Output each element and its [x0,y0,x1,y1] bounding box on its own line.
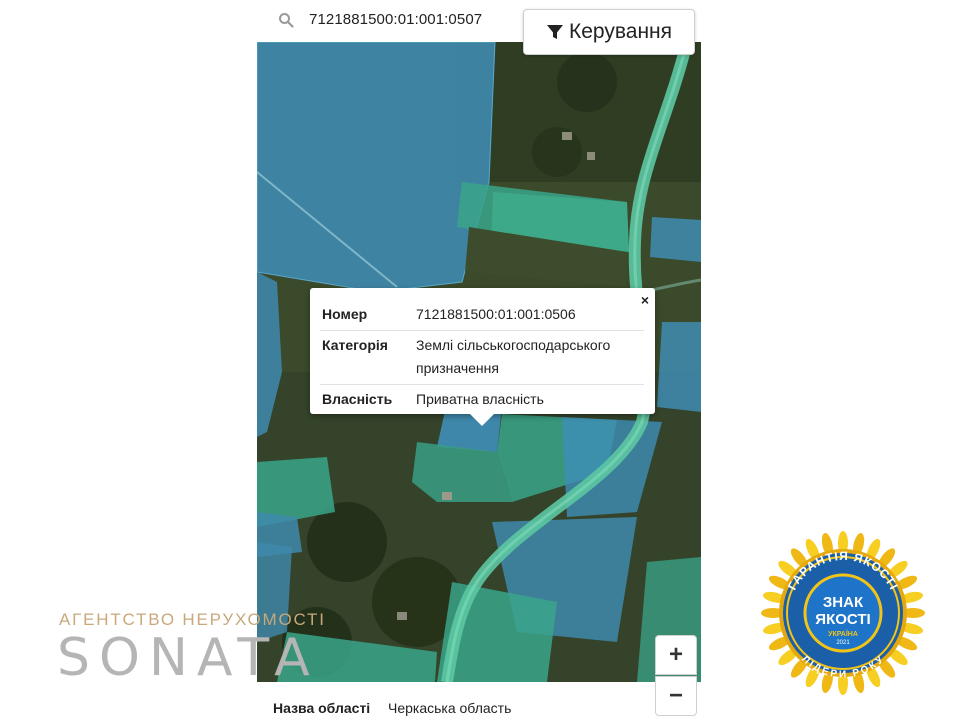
table-row: Номер 7121881500:01:001:0506 [320,300,644,331]
manage-button[interactable]: Керування [523,9,695,55]
badge-center-line2: ЯКОСТІ [815,611,870,628]
table-row: Власність Приватна власність [320,384,644,415]
filter-icon [546,25,563,39]
logo-name: SONATA [57,628,319,688]
parcel-info-table: Номер 7121881500:01:001:0506 Категорія З… [320,300,644,415]
badge-year: 2021 [836,640,850,646]
region-label: Назва області [273,700,371,716]
zoom-in-button[interactable]: + [655,635,697,675]
zoom-out-button[interactable]: − [655,676,697,716]
manage-button-label: Керування [568,20,673,43]
sonata-logo: АГЕНТСТВО НЕРУХОМОСТІ SONATA [57,608,327,688]
badge-center-line1: ЗНАК [823,594,864,611]
row-value: Землі сільськогосподарського призначення [414,330,644,385]
table-row: Категорія Землі сільськогосподарського п… [320,330,644,385]
logo-tagline: АГЕНТСТВО НЕРУХОМОСТІ [59,610,326,629]
search-input[interactable]: 7121881500:01:001:0507 [309,11,482,28]
parcel-info-popup: × Номер 7121881500:01:001:0506 Категорія… [310,288,655,426]
row-key: Номер [322,306,368,322]
row-value: 7121881500:01:001:0506 [416,306,576,322]
popup-pointer [468,412,496,426]
region-info-bar: Назва області Черкаська область [257,682,701,720]
search-icon[interactable] [278,12,294,28]
badge-country: УКРАЇНА [828,630,858,638]
row-key: Категорія [320,330,414,385]
row-value: Приватна власність [414,384,644,415]
row-key: Власність [320,384,414,415]
quality-badge: ГАРАНТІЯ ЯКОСТІ ЛІДЕРИ РОКУ ЗНАК ЯКОСТІ … [761,531,925,695]
region-value: Черкаська область [388,700,512,716]
